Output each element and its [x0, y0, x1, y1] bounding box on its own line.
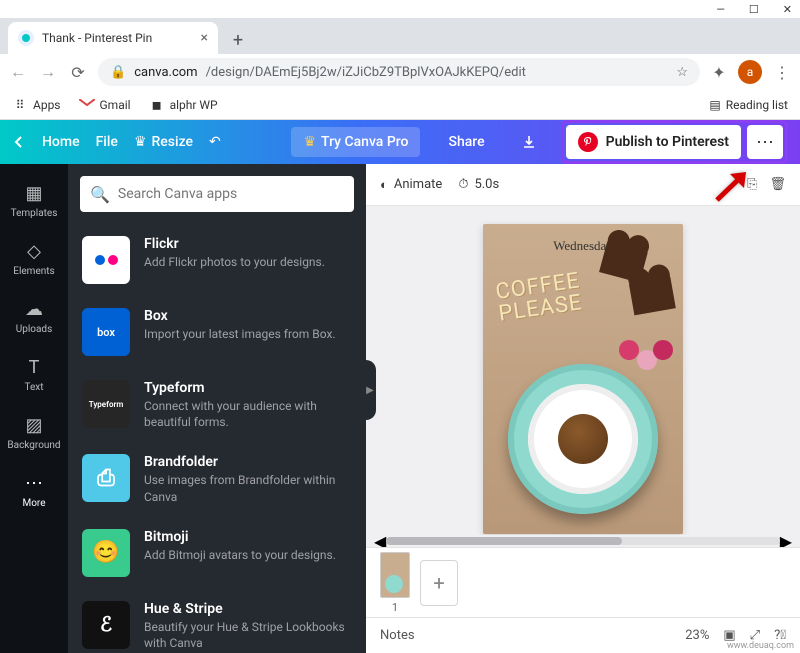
- alphr-icon: ◼: [149, 97, 165, 113]
- alphr-bookmark[interactable]: ◼alphr WP: [149, 97, 218, 113]
- rail-elements[interactable]: ◇Elements: [0, 230, 68, 288]
- annotation-arrow: [712, 170, 752, 208]
- scroll-thumb[interactable]: [386, 537, 622, 545]
- file-menu[interactable]: File: [96, 134, 118, 150]
- download-icon[interactable]: [513, 127, 545, 157]
- url-host: canva.com: [134, 65, 197, 80]
- undo-icon[interactable]: ↶: [209, 134, 221, 150]
- side-panel: 🔍 FlickrAdd Flickr photos to your design…: [68, 164, 366, 653]
- canvas-area: ◐Animate ⏱5.0s ⎘ 🗑 Wednesday COFFEEPLEAS…: [366, 164, 800, 653]
- more-icon: ⋯: [25, 473, 43, 494]
- attribution: www.deuaq.com: [727, 641, 794, 651]
- lock-icon: 🔒: [110, 65, 126, 80]
- rail-templates[interactable]: ▦Templates: [0, 172, 68, 230]
- pages-strip: 1 +: [366, 547, 800, 617]
- background-icon: ▨: [25, 415, 42, 436]
- box-icon: box: [82, 308, 130, 356]
- search-input[interactable]: 🔍: [80, 176, 354, 212]
- apps-list[interactable]: FlickrAdd Flickr photos to your designs.…: [68, 224, 366, 653]
- publish-pinterest-button[interactable]: Publish to Pinterest: [566, 125, 741, 159]
- reading-list-icon: ▤: [709, 98, 720, 112]
- menu-icon[interactable]: ⋮: [772, 63, 792, 82]
- app-flickr[interactable]: FlickrAdd Flickr photos to your designs.: [68, 224, 366, 296]
- minimize-icon[interactable]: —: [716, 3, 725, 16]
- extensions-icon[interactable]: ✦: [710, 63, 728, 81]
- maximize-icon[interactable]: ☐: [749, 3, 759, 16]
- star-icon[interactable]: ☆: [676, 65, 688, 80]
- tab-strip: Thank - Pinterest Pin × +: [0, 18, 800, 54]
- search-icon: 🔍: [90, 185, 110, 204]
- notes-button[interactable]: Notes: [380, 628, 415, 643]
- page-thumb-1[interactable]: 1: [380, 552, 410, 614]
- app-typeform[interactable]: TypeformTypeformConnect with your audien…: [68, 368, 366, 442]
- main-area: ▦Templates ◇Elements ☁Uploads TText ▨Bac…: [0, 164, 800, 653]
- home-link[interactable]: Home: [42, 134, 80, 150]
- delete-page-icon[interactable]: 🗑: [769, 177, 786, 192]
- chocolate-hearts: [603, 242, 683, 322]
- flowers: [619, 340, 679, 380]
- browser-tab[interactable]: Thank - Pinterest Pin ×: [8, 22, 218, 54]
- canvas-stage[interactable]: Wednesday COFFEEPLEASE: [366, 206, 800, 535]
- app-brandfolder[interactable]: ⎙BrandfolderUse images from Brandfolder …: [68, 442, 366, 516]
- rail-more[interactable]: ⋯More: [0, 462, 68, 520]
- design-page[interactable]: Wednesday COFFEEPLEASE: [483, 224, 683, 534]
- profile-avatar[interactable]: a: [738, 60, 762, 84]
- timer-icon: ⏱: [458, 177, 468, 192]
- bookmarks-bar: ⠿Apps Gmail ◼alphr WP ▤Reading list: [0, 90, 800, 120]
- try-pro-button[interactable]: ♛Try Canva Pro: [291, 127, 420, 157]
- coffee-cup: [508, 364, 658, 514]
- rail-text[interactable]: TText: [0, 346, 68, 404]
- publish-group: Publish to Pinterest ⋯: [561, 120, 788, 164]
- back-home-icon[interactable]: [12, 135, 26, 149]
- typeform-icon: Typeform: [82, 380, 130, 428]
- pinterest-icon: [578, 132, 598, 152]
- url-path: /design/DAEmEj5Bj2w/iZJiCbZ9TBplVxOAJkKE…: [206, 65, 526, 80]
- rail-background[interactable]: ▨Background: [0, 404, 68, 462]
- duration-button[interactable]: ⏱5.0s: [458, 177, 499, 192]
- add-page-button[interactable]: +: [420, 560, 458, 606]
- tab-title: Thank - Pinterest Pin: [42, 31, 152, 45]
- text-icon: T: [29, 357, 40, 378]
- horizontal-scrollbar[interactable]: ◀▶: [366, 535, 800, 547]
- app-bitmoji[interactable]: 😊BitmojiAdd Bitmoji avatars to your desi…: [68, 517, 366, 589]
- uploads-icon: ☁: [25, 299, 43, 320]
- animate-button[interactable]: ◐Animate: [380, 177, 442, 193]
- share-button[interactable]: Share: [436, 127, 496, 157]
- elements-icon: ◇: [27, 241, 41, 262]
- hue-stripe-icon: ℰ: [82, 601, 130, 649]
- crown-icon: ♛: [303, 134, 316, 150]
- gmail-icon: [79, 97, 95, 113]
- back-icon[interactable]: ←: [8, 62, 28, 82]
- tab-close-icon[interactable]: ×: [201, 30, 208, 46]
- templates-icon: ▦: [25, 183, 42, 204]
- app-hue-stripe[interactable]: ℰHue & StripeBeautify your Hue & Stripe …: [68, 589, 366, 653]
- bitmoji-icon: 😊: [82, 529, 130, 577]
- apps-icon: ⠿: [12, 97, 28, 113]
- flickr-icon: [82, 236, 130, 284]
- left-rail: ▦Templates ◇Elements ☁Uploads TText ▨Bac…: [0, 164, 68, 653]
- apps-bookmark[interactable]: ⠿Apps: [12, 97, 61, 113]
- resize-button[interactable]: ♛Resize: [134, 134, 193, 150]
- brandfolder-icon: ⎙: [82, 454, 130, 502]
- more-options-button[interactable]: ⋯: [747, 125, 783, 159]
- address-bar: ← → ⟳ 🔒 canva.com/design/DAEmEj5Bj2w/iZJ…: [0, 54, 800, 90]
- rail-uploads[interactable]: ☁Uploads: [0, 288, 68, 346]
- canva-favicon: [18, 30, 34, 46]
- url-input[interactable]: 🔒 canva.com/design/DAEmEj5Bj2w/iZJiCbZ9T…: [98, 58, 700, 86]
- reading-list[interactable]: ▤Reading list: [709, 98, 788, 112]
- window-controls: — ☐ ✕: [0, 0, 800, 18]
- app-box[interactable]: boxBoxImport your latest images from Box…: [68, 296, 366, 368]
- canva-toolbar: Home File ♛Resize ↶ ♛Try Canva Pro Share…: [0, 120, 800, 164]
- search-field[interactable]: [118, 186, 344, 202]
- gmail-bookmark[interactable]: Gmail: [79, 97, 131, 113]
- zoom-level[interactable]: 23%: [685, 628, 709, 643]
- close-icon[interactable]: ✕: [783, 3, 792, 16]
- new-tab-button[interactable]: +: [224, 26, 252, 54]
- animate-icon: ◐: [380, 177, 388, 193]
- reload-icon[interactable]: ⟳: [68, 63, 88, 82]
- crown-icon: ♛: [134, 134, 147, 150]
- forward-icon: →: [38, 62, 58, 82]
